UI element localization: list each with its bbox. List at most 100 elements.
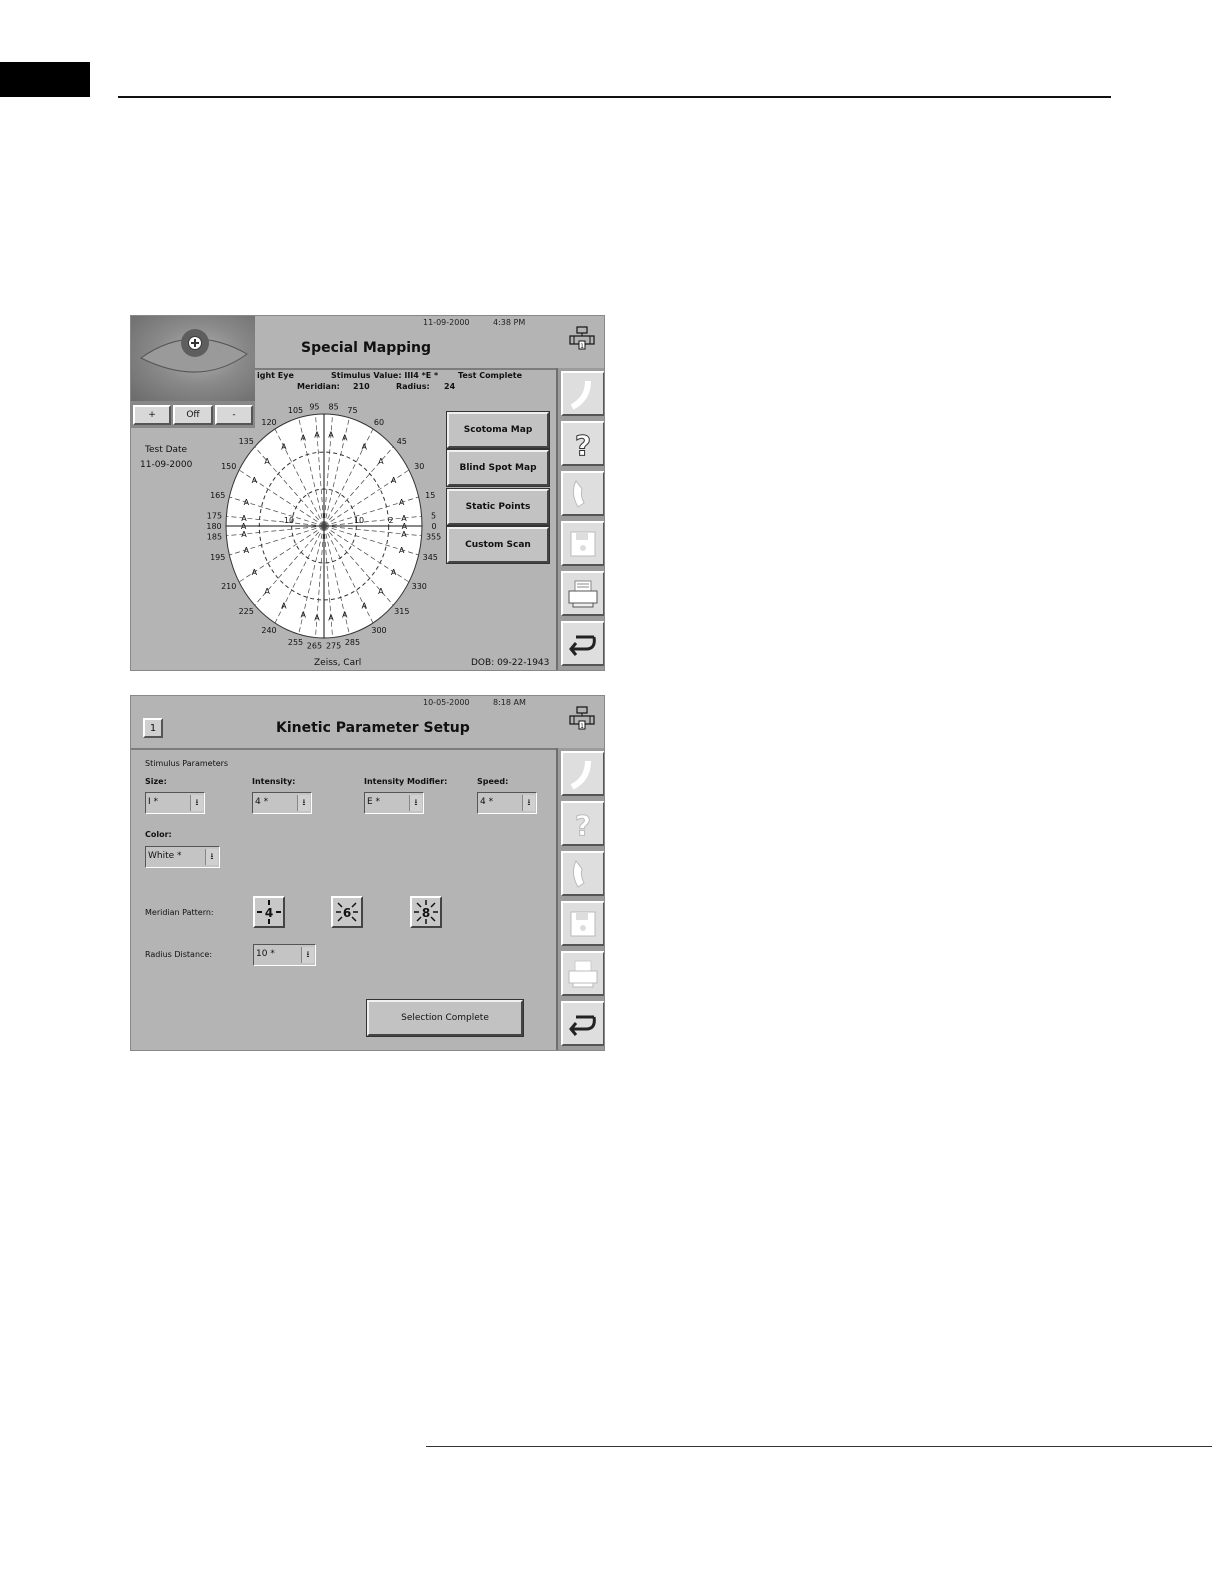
help-button[interactable]: ? — [561, 421, 604, 466]
print-icon — [568, 960, 598, 987]
meridian-label: 0 — [431, 522, 436, 531]
chapter-tab — [0, 62, 90, 97]
return-button[interactable] — [561, 621, 604, 666]
meridian-label: 5 — [431, 512, 436, 521]
response-mark: A — [342, 433, 348, 442]
static-points-button[interactable]: Static Points — [446, 488, 550, 526]
print-icon — [568, 580, 598, 607]
response-mark: A — [399, 546, 405, 555]
screen-date: 10-05-2000 — [423, 698, 470, 707]
meridian-pattern-6-button[interactable]: 6 — [331, 896, 363, 928]
intensity-dropdown[interactable]: 4 * ⭳ — [252, 792, 312, 814]
save-button[interactable] — [561, 521, 604, 566]
response-mark: A — [281, 442, 287, 451]
meridian-label: 75 — [347, 406, 357, 415]
title-bar: 10-05-2000 8:18 AM Kinetic Parameter Set… — [131, 696, 556, 750]
meridian-pattern-4-button[interactable]: 4 — [253, 896, 285, 928]
return-button[interactable] — [561, 1001, 604, 1046]
meridian-8-label: 8 — [422, 906, 430, 920]
meridian-pattern-8-button[interactable]: 8 — [410, 896, 442, 928]
response-mark: A — [378, 587, 384, 596]
meridian-6-icon: 6 — [336, 902, 358, 922]
response-mark: A — [401, 530, 407, 539]
response-mark: A — [300, 611, 306, 620]
meridian-pattern-label: Meridian Pattern: — [145, 908, 214, 917]
header-rule — [118, 96, 1111, 98]
scotoma-map-button[interactable]: Scotoma Map — [446, 411, 550, 449]
help-icon: ? — [574, 428, 591, 461]
phone-button[interactable] — [561, 471, 604, 516]
meridian-label: 330 — [412, 582, 427, 591]
svg-text:1: 1 — [580, 343, 584, 350]
meridian-label: 225 — [239, 607, 254, 616]
response-mark: A — [391, 568, 397, 577]
phone-icon — [572, 859, 585, 888]
intensity-modifier-label: Intensity Modifier: — [364, 777, 448, 786]
blank-curve-button[interactable] — [561, 371, 604, 416]
meridian-label: 285 — [345, 638, 360, 647]
response-mark: A — [361, 442, 367, 451]
print-button[interactable] — [561, 571, 604, 616]
selection-complete-button[interactable]: Selection Complete — [366, 999, 524, 1037]
svg-text:?: ? — [575, 809, 591, 841]
svg-text:?: ? — [575, 429, 591, 461]
kinetic-parameter-setup-screen: 10-05-2000 8:18 AM Kinetic Parameter Set… — [130, 695, 605, 1051]
response-mark: A — [264, 457, 270, 466]
speed-dropdown[interactable]: 4 * ⭳ — [477, 792, 537, 814]
blank-curve-icon — [570, 760, 591, 790]
dropdown-arrow-icon: ⭳ — [409, 795, 422, 811]
response-mark: A — [378, 457, 384, 466]
blind-spot-map-button[interactable]: Blind Spot Map — [446, 449, 550, 487]
meridian-label: 195 — [210, 553, 225, 562]
meridian-label: 355 — [426, 532, 441, 541]
dropdown-arrow-icon: ⭳ — [522, 795, 535, 811]
blank-curve-button[interactable] — [561, 751, 604, 796]
phone-button[interactable] — [561, 851, 604, 896]
meridian-label: 85 — [328, 402, 338, 411]
size-dropdown[interactable]: I * ⭳ — [145, 792, 205, 814]
meridian-label: 175 — [207, 512, 222, 521]
response-mark: A — [361, 602, 367, 611]
custom-scan-button[interactable]: Custom Scan — [446, 526, 550, 564]
save-disk-icon — [570, 911, 596, 936]
back-button[interactable]: 1 — [143, 718, 163, 738]
color-dropdown[interactable]: White * ⭳ — [145, 846, 220, 868]
svg-text:1: 1 — [580, 723, 584, 730]
response-mark: A — [300, 433, 306, 442]
response-mark: A — [264, 587, 270, 596]
radius-distance-dropdown[interactable]: 10 * ⭳ — [253, 944, 316, 966]
response-mark: A — [252, 568, 258, 577]
side-toolbar: ? — [556, 368, 604, 670]
save-button[interactable] — [561, 901, 604, 946]
help-button[interactable]: ? — [561, 801, 604, 846]
meridian-label: 275 — [326, 642, 341, 651]
network-icon[interactable]: 1 — [569, 326, 595, 350]
meridian-label: 105 — [288, 406, 303, 415]
stimulus-parameters-heading: Stimulus Parameters — [145, 759, 229, 768]
response-mark: A — [244, 498, 250, 507]
help-icon: ? — [574, 808, 591, 841]
meridian-label: 150 — [221, 462, 236, 471]
meridian-label: 135 — [239, 437, 254, 446]
meridian-8-icon: 8 — [414, 900, 438, 924]
meridian-label: 60 — [374, 418, 384, 427]
meridian-4-icon: 4 — [257, 900, 281, 924]
ring-label: 10 — [284, 516, 294, 525]
meridian-label: 210 — [221, 582, 236, 591]
ring-label: 2 — [388, 516, 393, 525]
return-arrow-icon — [569, 1015, 596, 1036]
speed-label: Speed: — [477, 777, 509, 786]
meridian-label: 345 — [423, 553, 438, 562]
response-mark: A — [281, 602, 287, 611]
save-disk-icon — [570, 531, 596, 556]
intensity-modifier-dropdown[interactable]: E * ⭳ — [364, 792, 424, 814]
response-mark: A — [328, 431, 334, 440]
network-icon[interactable]: 1 — [569, 706, 595, 730]
meridian-label: 15 — [425, 491, 435, 500]
patient-dob: DOB: 09-22-1943 — [471, 658, 550, 668]
meridian-label: 265 — [307, 642, 322, 651]
meridian-label: 315 — [394, 607, 409, 616]
print-button[interactable] — [561, 951, 604, 996]
meridian-label: 240 — [261, 626, 276, 635]
footer-rule — [426, 1446, 1212, 1447]
